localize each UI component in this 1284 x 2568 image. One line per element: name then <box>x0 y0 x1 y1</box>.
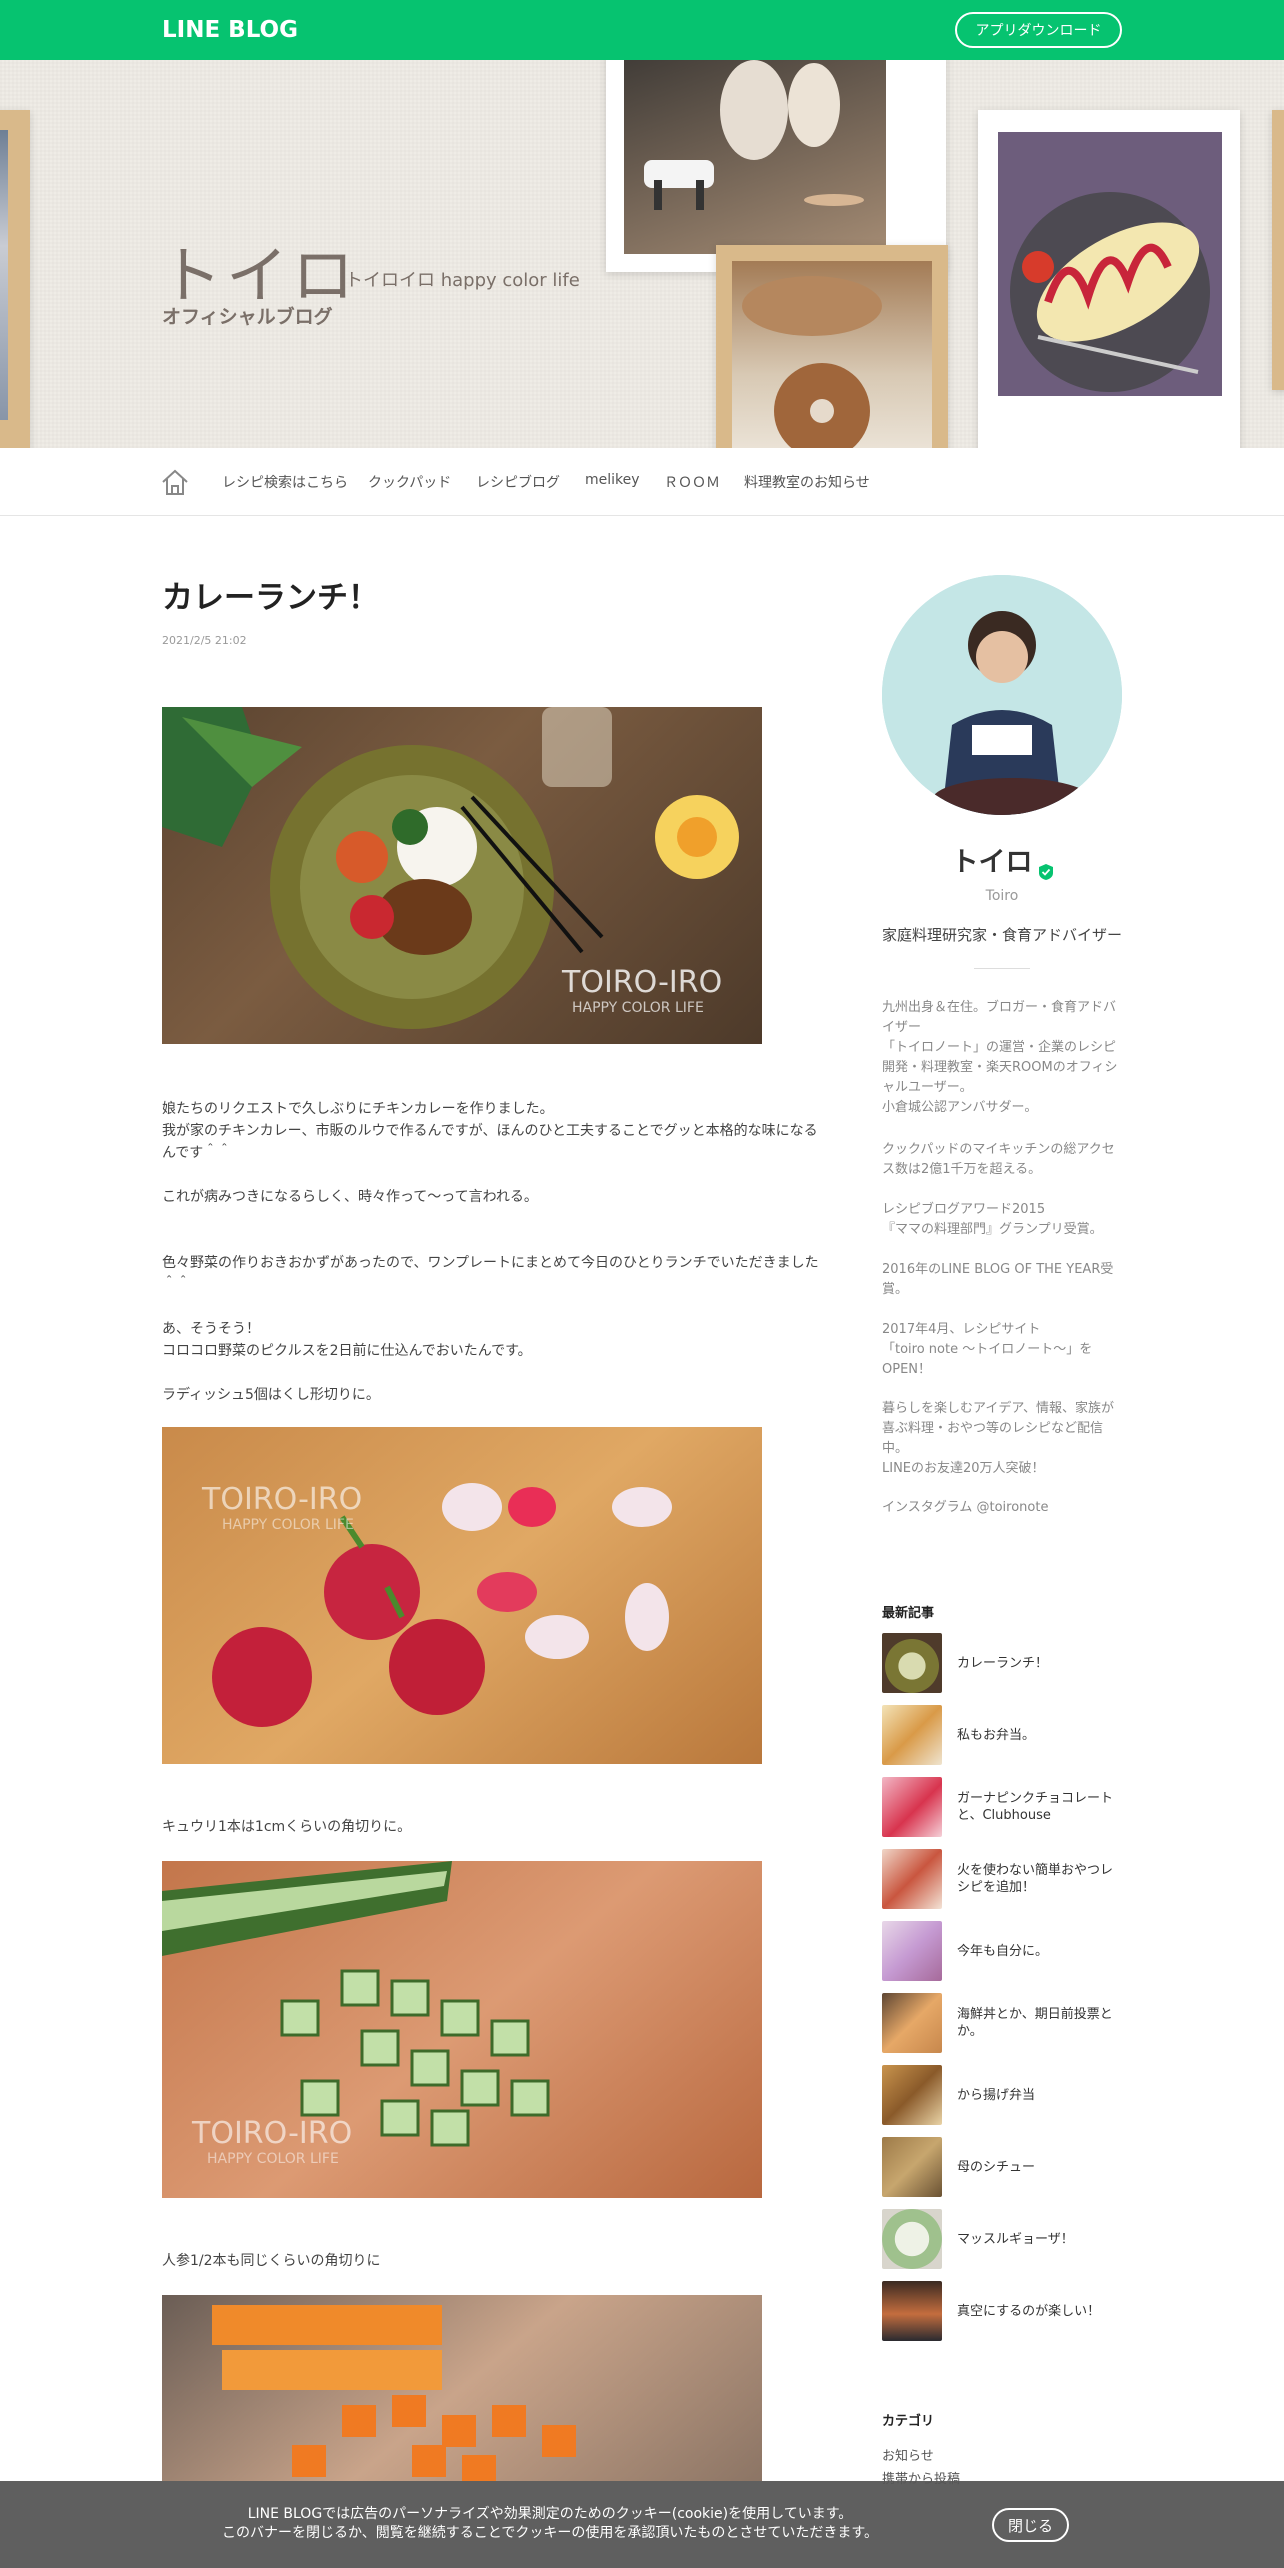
bio-paragraph-3: レシピブログアワード2015 『ママの料理部門』グランプリ受賞。 <box>882 1202 1103 1237</box>
cookie-message-line-1: LINE BLOGでは広告のパーソナライズや効果測定のためのクッキー(cooki… <box>247 2506 853 2522</box>
header-photo-bagels <box>716 245 948 448</box>
watermark-sub: HAPPY COLOR LIFE <box>222 1517 354 1533</box>
avatar-illustration <box>882 575 1122 815</box>
bio-paragraph-2: クックパッドのマイキッチンの総アクセス数は2億1千万を超える。 <box>882 1142 1115 1177</box>
curry-plate-photo: TOIRO-IRO HAPPY COLOR LIFE <box>162 707 762 1044</box>
recent-posts-heading: 最新記事 <box>882 1606 935 1621</box>
header-photo-jars <box>606 60 946 272</box>
carrot-photo <box>162 2295 762 2481</box>
nav-cookpad[interactable]: クックパッド <box>368 472 451 492</box>
curry-plate-illustration: TOIRO-IRO HAPPY COLOR LIFE <box>162 707 739 1029</box>
recent-post-title[interactable]: 私もお弁当。 <box>957 1705 1122 1765</box>
recent-post-thumbnail <box>882 1777 942 1837</box>
recent-post-title[interactable]: 母のシチュー <box>957 2137 1122 2197</box>
watermark-sub: HAPPY COLOR LIFE <box>207 2151 339 2167</box>
bio-paragraph-1: 九州出身＆在住。ブロガー・食育アドバイザー 「トイロノート」の運営・企業のレシピ… <box>882 1000 1118 1115</box>
category-item[interactable]: お知らせ <box>882 2445 934 2464</box>
profile-id: Toiro <box>985 888 1019 904</box>
cookie-close-button[interactable]: 閉じる <box>992 2508 1069 2542</box>
profile-divider <box>974 968 1030 969</box>
recent-post-title[interactable]: 海鮮丼とか、期日前投票とか。 <box>957 1993 1122 2053</box>
nav-melikey[interactable]: melikey <box>585 472 640 488</box>
recent-post-thumbnail <box>882 1849 942 1909</box>
cookie-message: LINE BLOGでは広告のパーソナライズや効果測定のためのクッキー(cooki… <box>150 2505 950 2543</box>
blog-subtitle: トイロイロ happy color life <box>345 270 580 291</box>
recent-post-item[interactable]: から揚げ弁当 <box>882 2065 1122 2127</box>
nav-recipe-search[interactable]: レシピ検索はこちら <box>222 472 348 492</box>
recent-post-title[interactable]: 今年も自分に。 <box>957 1921 1122 1981</box>
bio-paragraph-5: 2017年4月、レシピサイト 「toiro note 〜トイロノート〜」をOPE… <box>882 1322 1093 1377</box>
cookie-banner: LINE BLOGでは広告のパーソナライズや効果測定のためのクッキー(cooki… <box>0 2481 1284 2568</box>
header-photo-right-edge <box>1272 110 1284 390</box>
recent-post-item[interactable]: マッスルギョーザ！ <box>882 2209 1122 2271</box>
recent-post-thumbnail <box>882 2281 942 2341</box>
watermark-sub: HAPPY COLOR LIFE <box>572 1000 704 1016</box>
bio-paragraph-7[interactable]: インスタグラム @toironote <box>882 1498 1122 1518</box>
post-paragraph-1: 娘たちのリクエストで久しぶりにチキンカレーを作りました。 我が家のチキンカレー、… <box>162 1101 818 1205</box>
recent-post-title[interactable]: 火を使わない簡単おやつレシピを追加！ <box>957 1849 1122 1909</box>
radish-photo: TOIRO-IRO HAPPY COLOR LIFE <box>162 1427 762 1764</box>
recent-post-item[interactable]: 海鮮丼とか、期日前投票とか。 <box>882 1993 1122 2055</box>
bagel-illustration <box>742 276 882 448</box>
profile-name[interactable]: トイロ <box>952 847 1033 878</box>
recent-post-item[interactable]: 真空にするのが楽しい！ <box>882 2281 1122 2343</box>
recent-post-item[interactable]: 今年も自分に。 <box>882 1921 1122 1983</box>
nav-recipe-blog[interactable]: レシピブログ <box>476 472 560 492</box>
blog-nav: レシピ検索はこちら クックパッド レシピブログ melikey ＲＯＯＭ 料理教… <box>0 448 1284 516</box>
official-blog-label: オフィシャルブログ <box>162 306 333 328</box>
app-download-button[interactable]: アプリダウンロード <box>955 12 1122 48</box>
blog-header: トイロ トイロイロ happy color life オフィシャルブログ <box>0 60 1284 448</box>
recent-post-title[interactable]: ガーナピンクチョコレートと、Clubhouse <box>957 1777 1122 1837</box>
post-paragraph-4: 人参1/2本も同じくらいの角切りに <box>162 2253 381 2269</box>
radish-illustration: TOIRO-IRO HAPPY COLOR LIFE <box>201 1482 672 1727</box>
watermark-main: TOIRO-IRO <box>561 965 722 1000</box>
bio-paragraph-4: 2016年のLINE BLOG OF THE YEAR受賞。 <box>882 1262 1114 1297</box>
post-title: カレーランチ！ <box>162 580 379 616</box>
profile-avatar[interactable] <box>882 575 1122 815</box>
profile-role: 家庭料理研究家・食育アドバイザー <box>882 926 1123 944</box>
recent-post-thumbnail <box>882 1633 942 1693</box>
recent-post-title[interactable]: 真空にするのが楽しい！ <box>957 2281 1122 2341</box>
nav-room[interactable]: ＲＯＯＭ <box>664 472 720 492</box>
bio-paragraph-6: 暮らしを楽しむアイデア、情報、家族が喜ぶ料理・おやつ等のレシピなど配信中。 LI… <box>882 1401 1115 1476</box>
top-bar: LINE BLOG アプリダウンロード <box>0 0 1284 60</box>
post-date: 2021/2/5 21:02 <box>162 634 247 647</box>
categories-heading: カテゴリ <box>882 2414 935 2429</box>
jars-illustration <box>644 60 864 210</box>
recent-post-thumbnail <box>882 2137 942 2197</box>
recent-post-item[interactable]: カレーランチ！ <box>882 1633 1122 1695</box>
header-photo-left <box>0 110 30 448</box>
cucumber-illustration: TOIRO-IRO HAPPY COLOR LIFE <box>162 1861 550 2167</box>
recent-post-title[interactable]: から揚げ弁当 <box>957 2065 1122 2125</box>
post-paragraph-3: キュウリ1本は1cmくらいの角切りに。 <box>162 1819 412 1835</box>
recent-post-item[interactable]: ガーナピンクチョコレートと、Clubhouse <box>882 1777 1122 1839</box>
recent-post-item[interactable]: 火を使わない簡単おやつレシピを追加！ <box>882 1849 1122 1911</box>
recent-post-thumbnail <box>882 2209 942 2269</box>
cucumber-photo: TOIRO-IRO HAPPY COLOR LIFE <box>162 1861 762 2198</box>
verified-badge-icon <box>1038 856 1053 880</box>
recent-post-thumbnail <box>882 1921 942 1981</box>
recent-post-thumbnail <box>882 1705 942 1765</box>
profile-name-wrap: トイロ <box>882 840 1122 880</box>
recent-post-title[interactable]: カレーランチ！ <box>957 1633 1122 1693</box>
nav-cooking-class[interactable]: 料理教室のお知らせ <box>744 472 870 492</box>
cookie-message-line-2: このバナーを閉じるか、閲覧を継続することでクッキーの使用を承認頂いたものとさせて… <box>222 2525 878 2541</box>
recent-post-item[interactable]: 母のシチュー <box>882 2137 1122 2199</box>
post-paragraph-2: 色々野菜の作りおきおかずがあったので、ワンプレートにまとめて今日のひとりランチで… <box>162 1255 819 1403</box>
recent-post-title[interactable]: マッスルギョーザ！ <box>957 2209 1122 2269</box>
carrot-illustration <box>212 2305 576 2481</box>
home-icon[interactable] <box>160 468 190 496</box>
recent-post-thumbnail <box>882 1993 942 2053</box>
omelette-illustration <box>1010 192 1210 392</box>
watermark-main: TOIRO-IRO <box>191 2116 352 2151</box>
recent-post-item[interactable]: 私もお弁当。 <box>882 1705 1122 1767</box>
recent-post-thumbnail <box>882 2065 942 2125</box>
header-photo-omelette <box>978 110 1240 448</box>
watermark-main: TOIRO-IRO <box>201 1482 362 1517</box>
line-blog-logo[interactable]: LINE BLOG <box>162 17 298 43</box>
